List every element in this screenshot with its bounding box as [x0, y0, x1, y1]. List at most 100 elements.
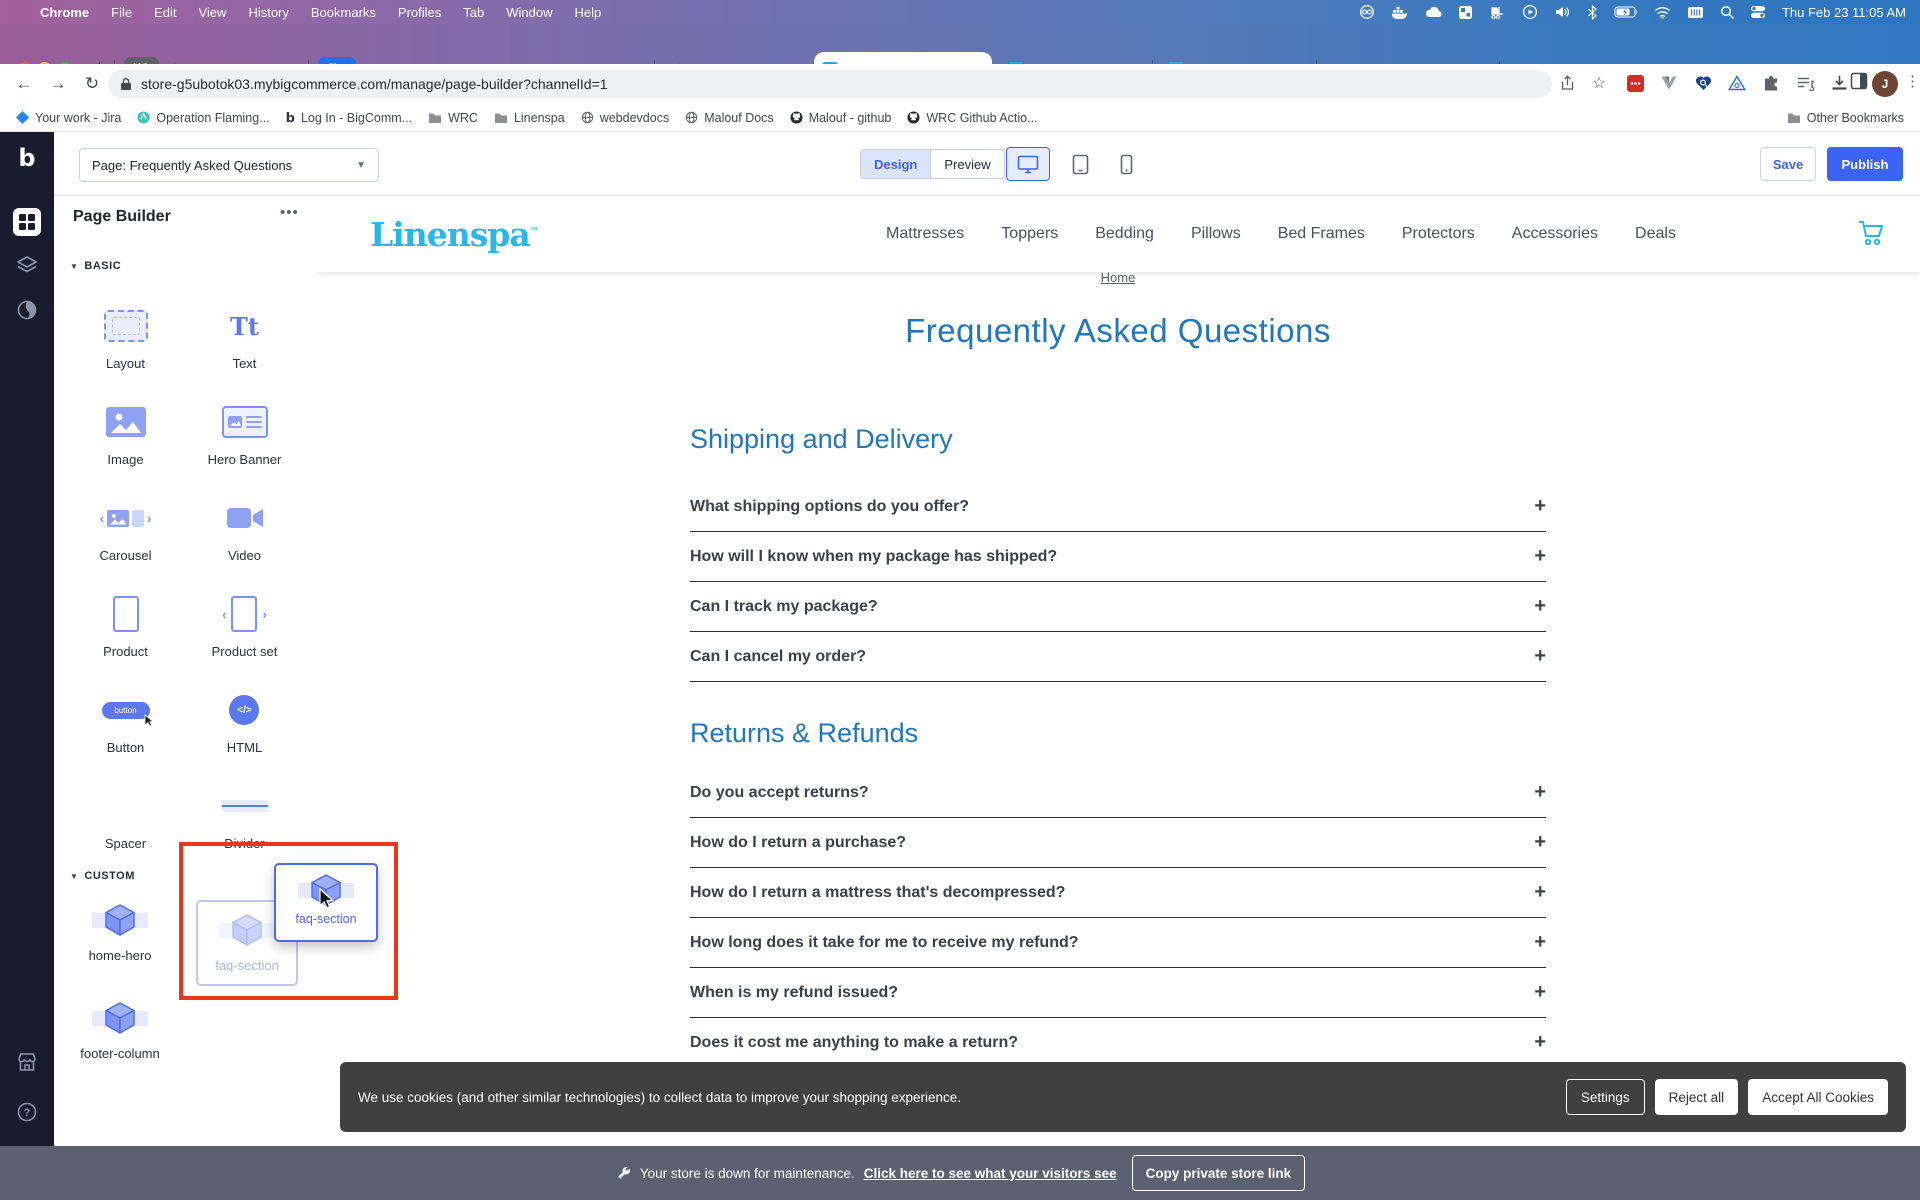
- nav-toppers[interactable]: Toppers: [1001, 225, 1058, 243]
- preview-mode-button[interactable]: Preview: [930, 150, 1003, 178]
- cookie-accept-all-button[interactable]: Accept All Cookies: [1748, 1079, 1888, 1115]
- menu-bookmarks[interactable]: Bookmarks: [311, 5, 376, 20]
- download-icon[interactable]: [1828, 72, 1850, 94]
- faq-question-row[interactable]: Do you accept returns?: [690, 768, 1546, 818]
- back-button[interactable]: ←: [12, 72, 36, 96]
- faq-question-row[interactable]: How will I know when my package has ship…: [690, 532, 1546, 582]
- widget-product-set[interactable]: ‹› Product set: [212, 586, 278, 682]
- window-manager-icon[interactable]: [1458, 5, 1473, 20]
- plus-icon[interactable]: [1534, 645, 1546, 668]
- share-icon[interactable]: [1556, 72, 1578, 94]
- control-center-icon[interactable]: [1750, 5, 1766, 19]
- faq-question-row[interactable]: How do I return a purchase?: [690, 818, 1546, 868]
- bookmark-your-work-jira[interactable]: Your work - Jira: [16, 111, 121, 125]
- sidebar-storefront-icon[interactable]: [0, 1050, 54, 1074]
- nav-pillows[interactable]: Pillows: [1191, 225, 1241, 243]
- widget-home-hero[interactable]: home-hero: [70, 900, 170, 963]
- bookmark-folder-linenspa[interactable]: Linenspa: [494, 111, 565, 125]
- forward-button[interactable]: →: [46, 72, 70, 96]
- spotlight-search-icon[interactable]: [1720, 5, 1734, 19]
- bookmark-folder-wrc[interactable]: WRC: [428, 111, 478, 125]
- cookie-reject-all-button[interactable]: Reject all: [1655, 1079, 1739, 1115]
- nav-mattresses[interactable]: Mattresses: [886, 225, 964, 243]
- wifi-icon[interactable]: [1654, 6, 1671, 19]
- forklift-icon[interactable]: [1489, 5, 1506, 20]
- faq-question-row[interactable]: What shipping options do you offer?: [690, 482, 1546, 532]
- widget-video[interactable]: Video: [227, 490, 263, 586]
- plus-icon[interactable]: [1534, 981, 1546, 1004]
- address-bar[interactable]: store-g5ubotok03.mybigcommerce.com/manag…: [108, 70, 1552, 98]
- nav-bed-frames[interactable]: Bed Frames: [1278, 225, 1365, 243]
- plus-icon[interactable]: [1534, 931, 1546, 954]
- widget-footer-column[interactable]: footer-column: [70, 998, 170, 1061]
- menu-window[interactable]: Window: [506, 5, 552, 20]
- bookmark-malouf-docs[interactable]: Malouf Docs: [685, 111, 773, 125]
- widget-hero-banner[interactable]: Hero Banner: [208, 394, 282, 490]
- faq-question-row[interactable]: How long does it take for me to receive …: [690, 918, 1546, 968]
- widget-product[interactable]: Product: [103, 586, 148, 682]
- basic-section-header[interactable]: ▼BASIC: [70, 260, 121, 272]
- nav-protectors[interactable]: Protectors: [1402, 225, 1475, 243]
- plus-icon[interactable]: [1534, 545, 1546, 568]
- plus-icon[interactable]: [1534, 1031, 1546, 1054]
- plus-icon[interactable]: [1534, 595, 1546, 618]
- nav-accessories[interactable]: Accessories: [1512, 225, 1598, 243]
- heart-search-extension-icon[interactable]: [1692, 72, 1714, 94]
- vue-devtools-extension-icon[interactable]: [1658, 72, 1680, 94]
- plus-icon[interactable]: [1534, 781, 1546, 804]
- volume-icon[interactable]: [1554, 5, 1571, 19]
- menu-tab[interactable]: Tab: [463, 5, 484, 20]
- cart-icon[interactable]: [1856, 218, 1886, 248]
- sidebar-apps-icon[interactable]: [0, 208, 54, 236]
- publish-button[interactable]: Publish: [1827, 147, 1903, 181]
- cookie-settings-button[interactable]: Settings: [1566, 1079, 1645, 1115]
- save-button[interactable]: Save: [1760, 147, 1816, 181]
- nav-bedding[interactable]: Bedding: [1095, 225, 1154, 243]
- faq-question-row[interactable]: Does it cost me anything to make a retur…: [690, 1018, 1546, 1068]
- bookmark-star-icon[interactable]: ☆: [1588, 72, 1610, 94]
- nav-deals[interactable]: Deals: [1635, 225, 1676, 243]
- tablet-view-button[interactable]: [1058, 147, 1102, 181]
- menu-chrome[interactable]: Chrome: [40, 5, 89, 20]
- menu-bar-clock[interactable]: Thu Feb 23 11:05 AM: [1782, 5, 1906, 20]
- plus-icon[interactable]: [1534, 831, 1546, 854]
- bluetooth-icon[interactable]: [1587, 5, 1598, 20]
- other-bookmarks[interactable]: Other Bookmarks: [1787, 111, 1904, 125]
- linenspa-logo[interactable]: Linenspa™: [370, 215, 539, 254]
- bookmark-webdevdocs[interactable]: webdevdocs: [581, 111, 670, 125]
- lock-icon[interactable]: [120, 77, 132, 91]
- widget-button[interactable]: button Button: [102, 682, 150, 778]
- playlist-extension-icon[interactable]: [1794, 72, 1816, 94]
- plus-icon[interactable]: [1534, 495, 1546, 518]
- custom-section-header[interactable]: ▼CUSTOM: [70, 870, 135, 882]
- side-panel-icon[interactable]: [1848, 70, 1870, 92]
- menu-view[interactable]: View: [198, 5, 226, 20]
- faq-question-row[interactable]: Can I track my package?: [690, 582, 1546, 632]
- maintenance-link[interactable]: Click here to see what your visitors see: [864, 1166, 1117, 1181]
- creative-cloud-icon[interactable]: [1359, 4, 1375, 20]
- menu-help[interactable]: Help: [575, 5, 602, 20]
- copy-private-store-link-button[interactable]: Copy private store link: [1132, 1155, 1306, 1191]
- battery-icon[interactable]: [1614, 6, 1638, 18]
- bookmark-malouf-github[interactable]: Malouf - github: [790, 111, 892, 125]
- menu-profiles[interactable]: Profiles: [398, 5, 441, 20]
- menu-edit[interactable]: Edit: [154, 5, 176, 20]
- keyboard-input-icon[interactable]: [1687, 6, 1704, 19]
- bookmark-operation-flaming[interactable]: Operation Flaming...: [137, 111, 269, 125]
- plus-icon[interactable]: [1534, 881, 1546, 904]
- page-selector-dropdown[interactable]: Page: Frequently Asked Questions ▼: [79, 148, 379, 182]
- sidebar-layers-icon[interactable]: [0, 254, 54, 278]
- faq-question-row[interactable]: Can I cancel my order?: [690, 632, 1546, 682]
- reload-button[interactable]: ↻: [80, 72, 104, 96]
- lastpass-extension-icon[interactable]: [1624, 72, 1646, 94]
- extensions-puzzle-icon[interactable]: [1760, 72, 1782, 94]
- bigcommerce-logo[interactable]: b: [0, 144, 54, 172]
- sidebar-theme-icon[interactable]: [0, 298, 54, 322]
- profile-avatar[interactable]: J: [1872, 71, 1898, 97]
- panel-menu-icon[interactable]: •••: [280, 204, 299, 221]
- browser-menu-icon[interactable]: ⋮: [1905, 72, 1920, 90]
- widget-image[interactable]: Image: [106, 394, 146, 490]
- axe-extension-icon[interactable]: [1726, 72, 1748, 94]
- onedrive-icon[interactable]: [1424, 6, 1442, 18]
- widget-carousel[interactable]: ‹› Carousel: [99, 490, 151, 586]
